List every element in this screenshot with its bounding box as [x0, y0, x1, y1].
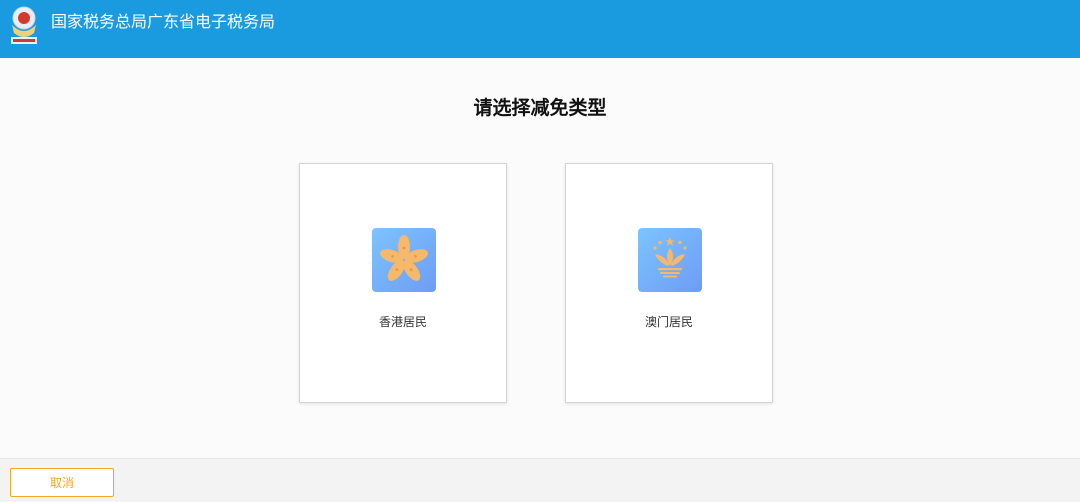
lotus-flower-icon — [638, 228, 702, 292]
option-card-macau-resident[interactable]: 澳门居民 — [565, 163, 773, 403]
option-label: 澳门居民 — [644, 315, 693, 329]
tax-emblem-icon — [6, 3, 42, 49]
main-content: 请选择减免类型 香港居民 澳门居民 — [0, 58, 1080, 458]
header-title: 国家税务总局广东省电子税务局 — [51, 12, 276, 31]
cancel-button[interactable]: 取消 — [10, 468, 114, 497]
app-header: 国家税务总局广东省电子税务局 — [0, 0, 1080, 58]
page-title: 请选择减免类型 — [473, 97, 607, 119]
option-card-hong-kong-resident[interactable]: 香港居民 — [299, 163, 507, 403]
option-label: 香港居民 — [378, 315, 427, 329]
footer-bar: 取消 — [0, 458, 1080, 502]
bauhinia-flower-icon — [372, 228, 436, 292]
